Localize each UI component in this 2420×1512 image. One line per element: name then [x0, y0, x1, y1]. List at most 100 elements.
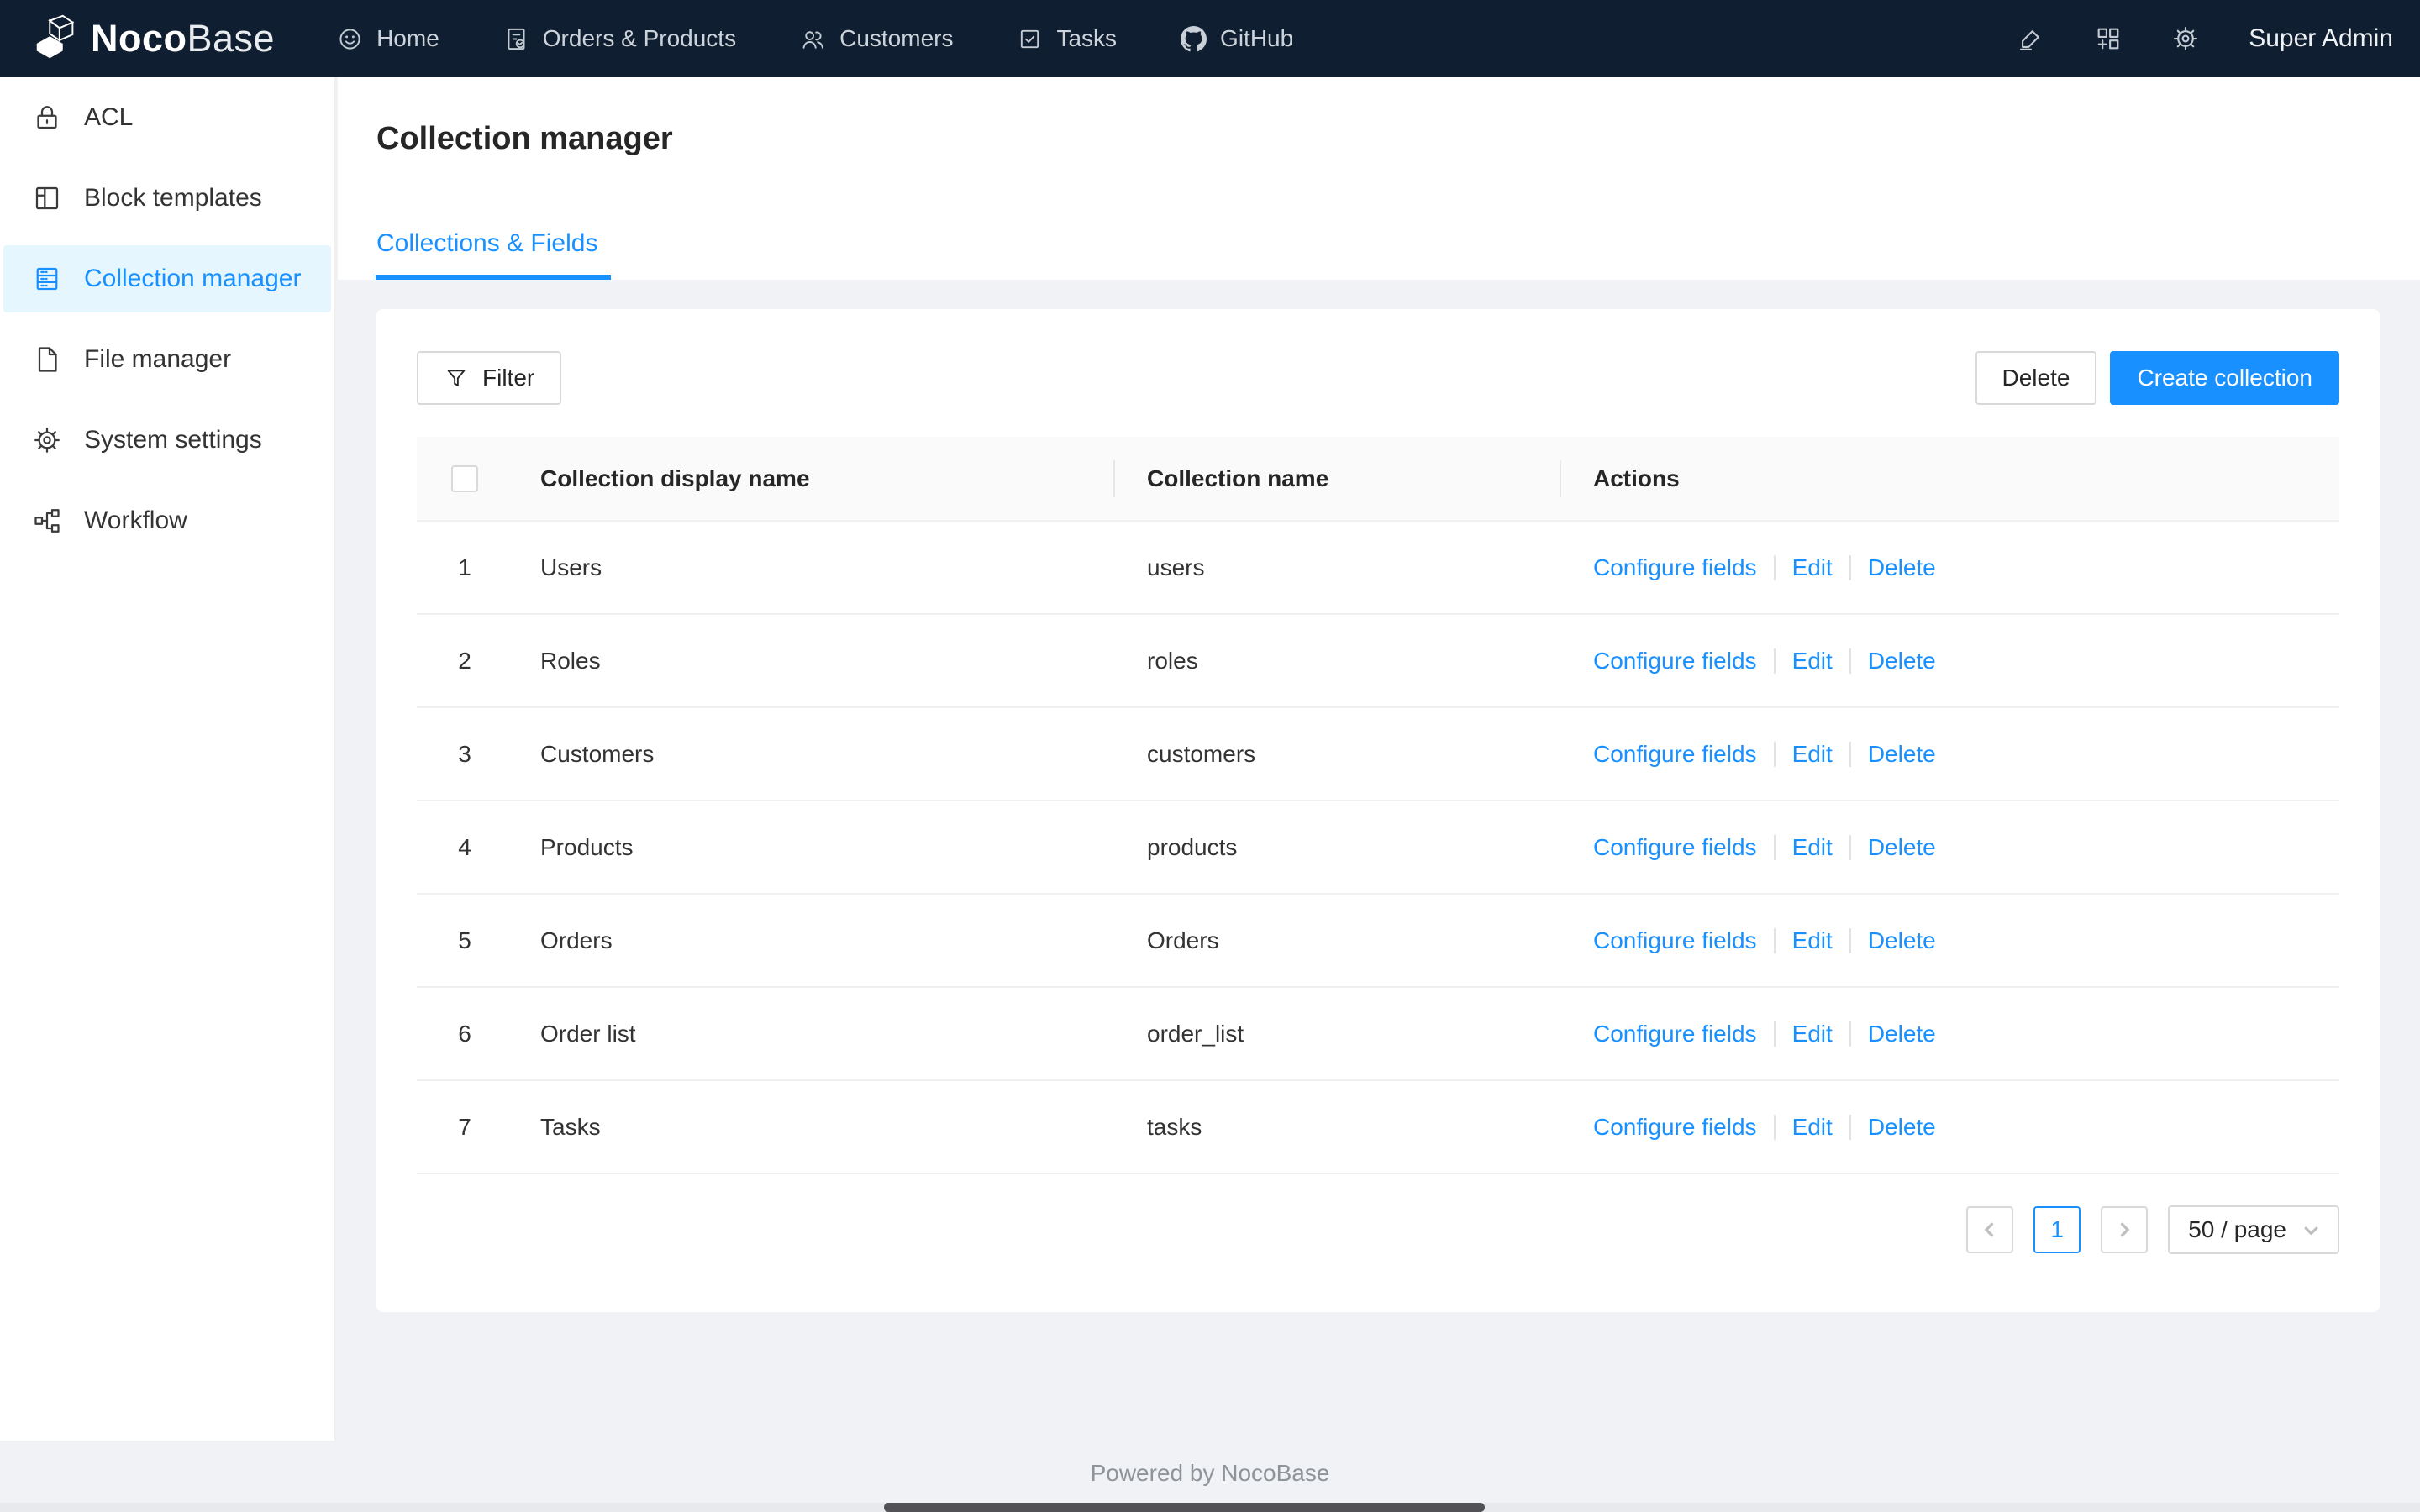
- create-collection-button[interactable]: Create collection: [2110, 351, 2339, 405]
- edit-link[interactable]: Edit: [1792, 834, 1833, 861]
- appstore-add-icon: [2097, 28, 2119, 50]
- configure-fields-link[interactable]: Configure fields: [1593, 648, 1757, 675]
- header-display-name: Collection display name: [513, 437, 1115, 520]
- toolbar-right: Delete Create collection: [1975, 351, 2339, 405]
- gear-icon: [34, 428, 60, 453]
- configure-fields-link[interactable]: Configure fields: [1593, 741, 1757, 768]
- nav-item-github[interactable]: GitHub: [1149, 0, 1325, 77]
- nav-item-orders-products[interactable]: Orders & Products: [471, 0, 768, 77]
- delete-link[interactable]: Delete: [1868, 554, 1936, 581]
- check-square-icon: [1021, 29, 1039, 48]
- configure-fields-link[interactable]: Configure fields: [1593, 554, 1757, 581]
- collections-table: Collection display name Collection name …: [417, 437, 2339, 1174]
- action-divider: [1773, 1114, 1776, 1140]
- action-divider: [1849, 648, 1851, 674]
- nocobase-logo[interactable]: NocoBase: [30, 13, 275, 65]
- page-1-button[interactable]: 1: [2033, 1206, 2081, 1253]
- sidebar-item-label: Workflow: [84, 507, 187, 534]
- action-divider: [1849, 927, 1851, 953]
- configure-fields-link[interactable]: Configure fields: [1593, 1021, 1757, 1047]
- smiley-icon: [339, 28, 360, 50]
- edit-link[interactable]: Edit: [1792, 648, 1833, 675]
- delete-link[interactable]: Delete: [1868, 1114, 1936, 1141]
- sidebar-item-collection-manager[interactable]: Collection manager: [3, 245, 331, 312]
- nav-item-label: Tasks: [1056, 25, 1118, 51]
- page-content: Filter Delete Create collection Collecti…: [338, 280, 2420, 1312]
- nav-item-home[interactable]: Home: [305, 0, 471, 77]
- action-divider: [1849, 834, 1851, 860]
- row-actions: Configure fields Edit Delete: [1561, 1021, 2339, 1047]
- row-collection-name: users: [1147, 554, 1205, 580]
- active-tab-underline: [376, 275, 611, 280]
- nav-item-tasks[interactable]: Tasks: [985, 0, 1149, 77]
- row-index: 6: [458, 1020, 471, 1047]
- prev-page-button[interactable]: [1966, 1206, 2014, 1253]
- nav-item-label: Orders & Products: [542, 25, 737, 51]
- table-row: 1 Users users Configure fields Edit Dele…: [417, 522, 2339, 615]
- row-index: 4: [458, 833, 471, 860]
- github-icon: [1181, 25, 1207, 51]
- sidebar-item-label: System settings: [84, 426, 262, 454]
- delete-link[interactable]: Delete: [1868, 927, 1936, 954]
- sidebar-item-block-templates[interactable]: Block templates: [3, 165, 331, 232]
- delete-link[interactable]: Delete: [1868, 1021, 1936, 1047]
- row-index: 5: [458, 927, 471, 953]
- configure-fields-link[interactable]: Configure fields: [1593, 927, 1757, 954]
- sidebar-item-label: File manager: [84, 345, 232, 373]
- row-actions: Configure fields Edit Delete: [1561, 554, 2339, 581]
- ui-editor-button[interactable]: [2017, 24, 2045, 53]
- row-display-name: Order list: [540, 1020, 636, 1047]
- edit-link[interactable]: Edit: [1792, 554, 1833, 581]
- edit-link[interactable]: Edit: [1792, 1114, 1833, 1141]
- filter-button[interactable]: Filter: [417, 351, 562, 405]
- database-icon: [36, 267, 58, 291]
- row-display-name: Customers: [540, 740, 655, 767]
- edit-link[interactable]: Edit: [1792, 927, 1833, 954]
- row-index: 2: [458, 647, 471, 674]
- action-divider: [1773, 741, 1776, 767]
- next-page-button[interactable]: [2101, 1206, 2149, 1253]
- edit-link[interactable]: Edit: [1792, 741, 1833, 768]
- delete-link[interactable]: Delete: [1868, 741, 1936, 768]
- page-size-select[interactable]: 50 / page: [2168, 1205, 2339, 1254]
- sidebar-item-acl[interactable]: ACL: [3, 84, 331, 151]
- table-row: 7 Tasks tasks Configure fields Edit Dele…: [417, 1081, 2339, 1174]
- configure-fields-link[interactable]: Configure fields: [1593, 1114, 1757, 1141]
- page-header: Collection manager Collections & Fields: [338, 77, 2420, 280]
- row-display-name: Users: [540, 554, 602, 580]
- logo-text-bold: Noco: [91, 17, 187, 60]
- nav-item-customers[interactable]: Customers: [768, 0, 985, 77]
- delete-button[interactable]: Delete: [1975, 351, 2097, 405]
- header-select-cell: [417, 465, 513, 492]
- header-actions: Actions: [1593, 465, 1680, 491]
- configure-fields-link[interactable]: Configure fields: [1593, 834, 1757, 861]
- horizontal-scrollbar[interactable]: [0, 1503, 2420, 1512]
- delete-link[interactable]: Delete: [1868, 834, 1936, 861]
- page-size-value: 50 / page: [2188, 1216, 2286, 1242]
- row-collection-name: roles: [1147, 647, 1198, 674]
- edit-link[interactable]: Edit: [1792, 1021, 1833, 1047]
- delete-link[interactable]: Delete: [1868, 648, 1936, 675]
- row-display-name: Tasks: [540, 1113, 601, 1140]
- sidebar-item-workflow[interactable]: Workflow: [3, 487, 331, 554]
- main-nav-menu: Home Orders & Products Customers Tasks G…: [305, 0, 1325, 77]
- table-row: 2 Roles roles Configure fields Edit Dele…: [417, 615, 2339, 708]
- nav-item-label: Customers: [839, 25, 954, 51]
- table-row: 5 Orders Orders Configure fields Edit De…: [417, 895, 2339, 988]
- tab-collections-and-fields[interactable]: Collections & Fields: [376, 229, 611, 280]
- navbar-right: Super Admin: [2017, 24, 2393, 53]
- logo-text: NocoBase: [91, 17, 275, 60]
- action-divider: [1849, 554, 1851, 580]
- sidebar-item-system-settings[interactable]: System settings: [3, 407, 331, 474]
- plugin-manager-button[interactable]: [2094, 24, 2123, 53]
- app-root: NocoBase Home Orders & Products Customer…: [0, 0, 2420, 1512]
- row-actions: Configure fields Edit Delete: [1561, 927, 2339, 954]
- row-display-name: Roles: [540, 647, 601, 674]
- sidebar: ACL Block templates Collection manager F…: [0, 77, 336, 1441]
- settings-button[interactable]: [2171, 24, 2200, 53]
- select-all-checkbox[interactable]: [451, 465, 478, 492]
- chevron-right-icon: [2121, 1222, 2130, 1237]
- scrollbar-thumb[interactable]: [884, 1503, 1485, 1512]
- user-menu[interactable]: Super Admin: [2249, 24, 2393, 53]
- sidebar-item-file-manager[interactable]: File manager: [3, 326, 331, 393]
